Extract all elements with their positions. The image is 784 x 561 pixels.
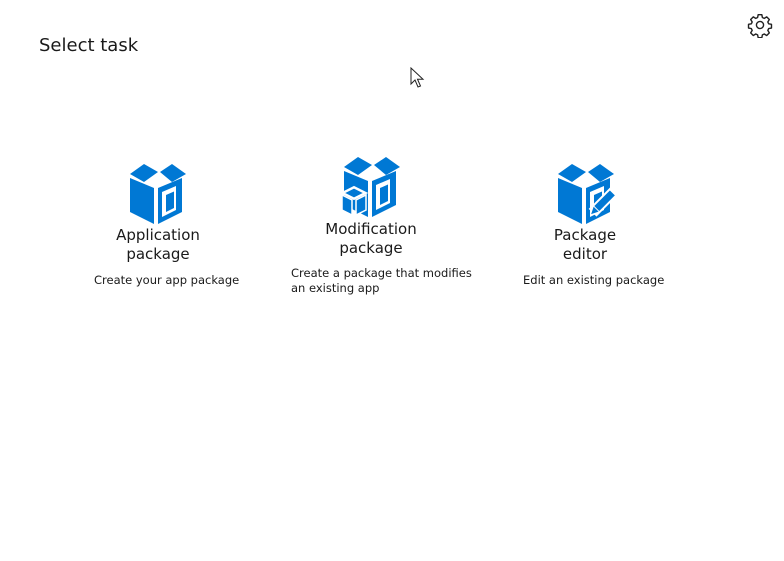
tile-application-package[interactable]: Application package Create your app pack… [88,160,239,295]
box-modify-icon [340,157,400,217]
tile-description: Create your app package [94,273,240,287]
mouse-pointer-icon [410,67,425,88]
select-task-page: Select task Application package Create y… [0,0,784,561]
page-title: Select task [39,35,139,56]
box-edit-icon [558,164,618,224]
tile-package-editor[interactable]: Package editor Edit an existing package [518,160,665,295]
tile-modification-package[interactable]: Modification package Create a package th… [288,154,472,299]
tile-title: Package editor [553,226,617,263]
gear-icon [747,14,773,38]
tile-title: Application package [116,226,200,263]
settings-button[interactable] [746,11,774,39]
tile-title: Modification package [325,220,417,257]
tile-description: Edit an existing package [523,273,665,287]
box-icon [130,164,186,224]
tile-description: Create a package that modifies an existi… [291,266,472,295]
